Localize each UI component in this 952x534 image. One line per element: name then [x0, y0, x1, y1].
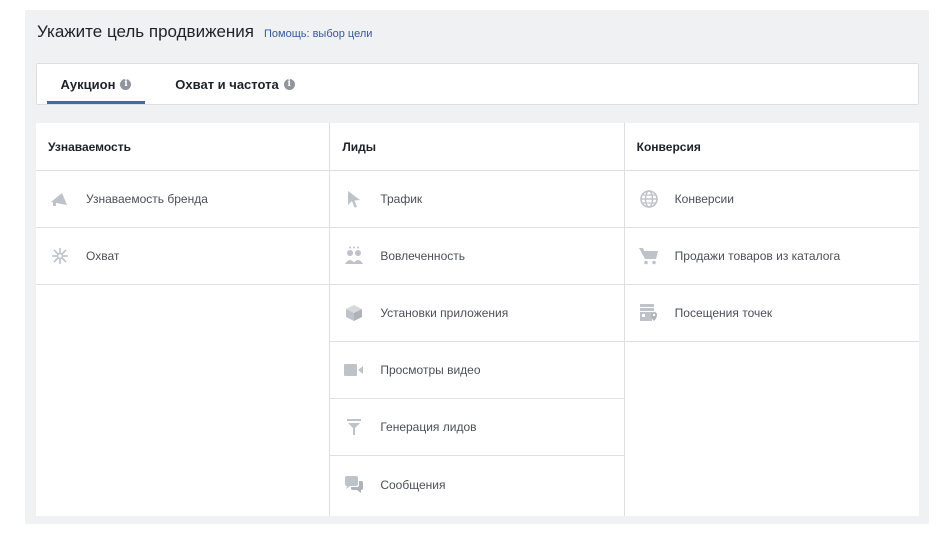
megaphone-icon: [50, 189, 70, 209]
cart-icon: [638, 246, 659, 266]
objective-label: Охват: [86, 249, 120, 263]
objective-label: Установки приложения: [380, 306, 509, 320]
objective-brand-awareness[interactable]: Узнаваемость бренда: [36, 171, 330, 228]
tab-reach-frequency-label: Охват и частота: [175, 76, 279, 92]
objective-label: Узнаваемость бренда: [86, 192, 208, 206]
objective-conversions[interactable]: Конверсии: [624, 171, 919, 228]
objective-label: Продажи товаров из каталога: [674, 249, 841, 263]
buying-type-tabs: Аукцион i Охват и частота i: [36, 63, 919, 105]
box-icon: [344, 303, 364, 323]
objective-label: Генерация лидов: [380, 420, 477, 434]
people-icon: [344, 246, 364, 266]
column-awareness: Узнаваемость Узнаваемость бренда Охват: [36, 123, 331, 516]
objectives-grid: Узнаваемость Узнаваемость бренда Охват Л…: [36, 123, 919, 516]
funnel-icon: [344, 417, 364, 437]
info-icon[interactable]: i: [283, 78, 295, 90]
chat-bubbles-icon: [344, 475, 364, 495]
video-camera-icon: [344, 360, 364, 380]
objective-reach[interactable]: Охват: [36, 228, 330, 285]
store-icon: [639, 303, 659, 323]
tab-auction[interactable]: Аукцион i: [47, 64, 145, 104]
tab-reach-frequency[interactable]: Охват и частота i: [165, 64, 305, 104]
objective-label: Посещения точек: [674, 306, 773, 320]
info-icon[interactable]: i: [120, 78, 132, 90]
objective-lead-generation[interactable]: Генерация лидов: [330, 399, 624, 456]
column-title: Узнаваемость: [36, 123, 330, 171]
objective-app-installs[interactable]: Установки приложения: [330, 285, 624, 342]
objective-engagement[interactable]: Вовлеченность: [330, 228, 624, 285]
tab-auction-label: Аукцион: [60, 76, 116, 92]
column-leads: Лиды Трафик Вовлеченность Установки прил…: [330, 123, 625, 516]
objective-store-visits[interactable]: Посещения точек: [624, 285, 919, 342]
objective-video-views[interactable]: Просмотры видео: [330, 342, 624, 399]
objective-catalog-sales[interactable]: Продажи товаров из каталога: [624, 228, 919, 285]
objective-traffic[interactable]: Трафик: [330, 171, 624, 228]
page-title: Укажите цель продвижения: [37, 22, 254, 41]
objective-label: Сообщения: [380, 477, 446, 492]
objective-label: Вовлеченность: [380, 249, 465, 263]
column-title: Конверсия: [624, 123, 919, 171]
column-conversion: Конверсия Конверсии Продажи товаров из к…: [624, 123, 919, 516]
objective-panel: Укажите цель продвижения Помощь: выбор ц…: [25, 10, 929, 524]
header: Укажите цель продвижения Помощь: выбор ц…: [37, 22, 372, 42]
objective-label: Просмотры видео: [380, 363, 481, 377]
cursor-icon: [344, 189, 364, 209]
objective-label: Трафик: [380, 192, 423, 206]
help-link[interactable]: Помощь: выбор цели: [264, 28, 372, 40]
column-title: Лиды: [330, 123, 624, 171]
reach-icon: [50, 246, 70, 266]
objective-messages[interactable]: Сообщения: [330, 456, 623, 513]
globe-icon: [639, 189, 659, 209]
objective-label: Конверсии: [674, 192, 734, 206]
